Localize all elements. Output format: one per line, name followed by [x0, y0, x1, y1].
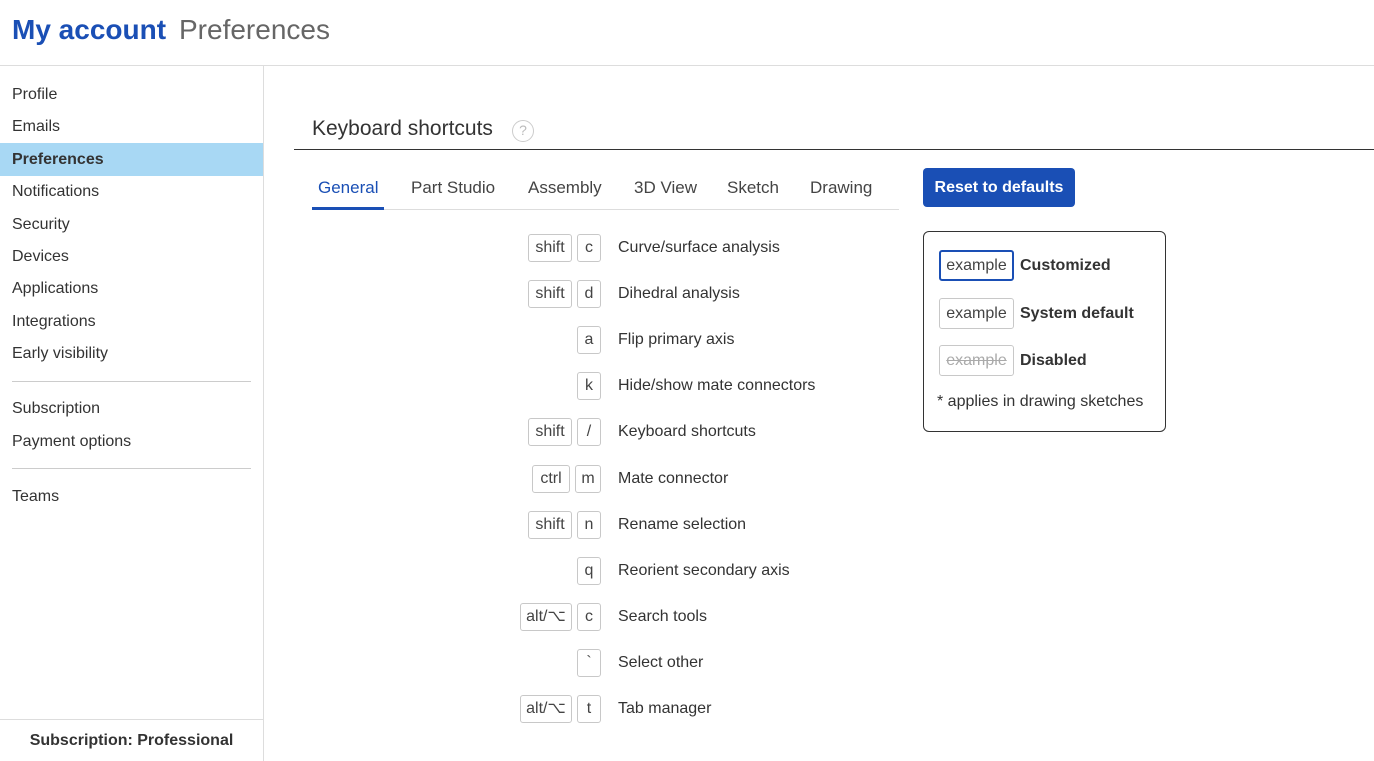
- shortcut-label: Curve/surface analysis: [618, 239, 780, 256]
- sidebar-item-emails[interactable]: Emails: [0, 111, 263, 143]
- shortcut-key[interactable]: k: [577, 372, 601, 400]
- legend-label: Customized: [1020, 257, 1111, 274]
- shortcut-key[interactable]: `: [577, 649, 601, 677]
- sidebar-item-profile[interactable]: Profile: [0, 79, 263, 111]
- shortcut-key[interactable]: shift: [528, 280, 572, 308]
- section-divider: [294, 149, 1374, 150]
- shortcut-row[interactable]: shift n Rename selection: [0, 511, 900, 541]
- shortcut-row[interactable]: ctrl m Mate connector: [0, 465, 900, 495]
- tab-part-studio[interactable]: Part Studio: [411, 168, 495, 210]
- shortcut-row[interactable]: shift d Dihedral analysis: [0, 280, 900, 310]
- shortcut-key[interactable]: alt/⌥: [520, 603, 572, 631]
- shortcut-label: Reorient secondary axis: [618, 562, 790, 579]
- shortcut-label: Hide/show mate connectors: [618, 377, 816, 394]
- shortcut-label: Select other: [618, 654, 704, 671]
- shortcut-row[interactable]: shift / Keyboard shortcuts: [0, 418, 900, 448]
- shortcut-key[interactable]: c: [577, 603, 601, 631]
- shortcut-tabs: General Part Studio Assembly 3D View Ske…: [312, 168, 899, 210]
- shortcut-label: Keyboard shortcuts: [618, 423, 756, 440]
- sidebar-item-notifications[interactable]: Notifications: [0, 176, 263, 208]
- shortcut-key[interactable]: d: [577, 280, 601, 308]
- shortcut-label: Mate connector: [618, 470, 729, 487]
- tab-assembly[interactable]: Assembly: [528, 168, 602, 210]
- shortcut-row[interactable]: shift c Curve/surface analysis: [0, 234, 900, 264]
- page-title[interactable]: My account: [12, 14, 166, 46]
- shortcut-row[interactable]: k Hide/show mate connectors: [0, 372, 900, 402]
- sidebar-item-preferences[interactable]: Preferences: [0, 143, 263, 176]
- shortcut-label: Search tools: [618, 608, 707, 625]
- shortcut-row[interactable]: ` Select other: [0, 649, 900, 679]
- shortcut-row[interactable]: a Flip primary axis: [0, 326, 900, 356]
- page-subtitle: Preferences: [179, 14, 330, 45]
- shortcut-legend: example Customized example System defaul…: [923, 231, 1166, 432]
- help-icon[interactable]: ?: [512, 120, 534, 142]
- shortcut-label: Flip primary axis: [618, 331, 735, 348]
- shortcut-key[interactable]: m: [575, 465, 601, 493]
- shortcut-key[interactable]: c: [577, 234, 601, 262]
- shortcut-row[interactable]: alt/⌥ c Search tools: [0, 603, 900, 633]
- tab-general[interactable]: General: [312, 168, 385, 210]
- subscription-status: Subscription: Professional: [0, 719, 263, 761]
- legend-note: * applies in drawing sketches: [937, 393, 1144, 410]
- tab-drawing[interactable]: Drawing: [810, 168, 872, 210]
- shortcut-key[interactable]: shift: [528, 511, 572, 539]
- shortcut-key[interactable]: q: [577, 557, 601, 585]
- legend-label: Disabled: [1020, 352, 1087, 369]
- shortcut-key[interactable]: /: [577, 418, 601, 446]
- shortcut-key[interactable]: alt/⌥: [520, 695, 572, 723]
- shortcut-key[interactable]: shift: [528, 234, 572, 262]
- page-header: My account Preferences: [0, 0, 1374, 66]
- legend-key-disabled: example: [939, 345, 1014, 376]
- shortcut-key[interactable]: ctrl: [532, 465, 570, 493]
- shortcut-row[interactable]: q Reorient secondary axis: [0, 557, 900, 587]
- tab-sketch[interactable]: Sketch: [727, 168, 779, 210]
- shortcut-label: Tab manager: [618, 700, 712, 717]
- legend-label: System default: [1020, 305, 1134, 322]
- reset-to-defaults-button[interactable]: Reset to defaults: [923, 168, 1075, 207]
- shortcut-label: Rename selection: [618, 516, 747, 533]
- shortcut-label: Dihedral analysis: [618, 285, 740, 302]
- legend-key-customized: example: [939, 250, 1014, 281]
- tab-3d-view[interactable]: 3D View: [634, 168, 697, 210]
- shortcut-key[interactable]: n: [577, 511, 601, 539]
- shortcut-row[interactable]: alt/⌥ t Tab manager: [0, 695, 900, 725]
- shortcut-key[interactable]: shift: [528, 418, 572, 446]
- shortcut-key[interactable]: a: [577, 326, 601, 354]
- legend-key-system-default: example: [939, 298, 1014, 329]
- shortcut-key[interactable]: t: [577, 695, 601, 723]
- section-title: Keyboard shortcuts: [312, 117, 493, 140]
